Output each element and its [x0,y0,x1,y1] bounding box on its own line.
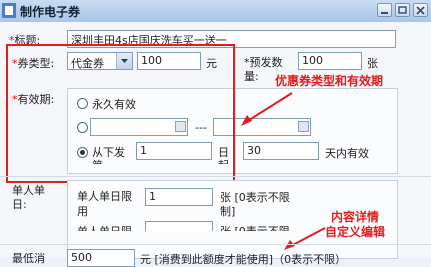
section-divider [0,176,431,177]
calendar-icon[interactable] [298,121,309,132]
days-suffix: 天内有效 [325,147,369,160]
annotation-line-2: 自定义编辑 [325,225,386,239]
min-spend-input[interactable]: 500 [67,249,135,267]
presale-unit: 张 [367,57,378,70]
total-limit-label: 单人单日限 [77,223,132,231]
window-title: 制作电子券 [20,5,81,19]
total-limit-input[interactable] [145,221,213,231]
daily-limit-label: 单人单日限 [77,190,132,203]
close-icon [416,6,425,15]
daily-limit-label-line2: 用 [77,205,88,218]
minimize-button[interactable] [377,3,392,17]
maximize-button[interactable] [395,3,410,17]
presale-label-line2: 量: [244,70,259,83]
maximize-icon [398,6,407,14]
annotation-arrow [241,92,293,126]
annotation-custom-content: 内容详情 自定义编辑 [325,210,385,240]
highlight-box [6,44,235,183]
close-button[interactable] [413,3,428,17]
title-bar: 制作电子券 [0,0,431,23]
minimize-icon [381,12,388,14]
annotation-arrow-2 [284,227,326,250]
section-divider-2 [0,244,431,245]
daily-limit-input[interactable]: 1 [145,188,213,206]
min-spend-label: 最低消 [12,252,45,265]
total-limit-hint: 张 [0表示不限 [220,223,290,231]
valid-days-input[interactable]: 30 [243,142,319,160]
annotation-type-validity: 优惠券类型和有效期 [275,74,384,88]
presale-input[interactable]: 100 [298,52,362,70]
annotation-line-1: 内容详情 [331,210,380,224]
coupon-form: *标题: 深圳丰田4s店国庆洗车买一送一 *券类型: 代金券 100 元 *预发… [0,22,431,267]
min-spend-hint: 元 [消费到此额度才能使用]（0表示不限） [140,253,347,266]
window-icon [2,3,16,18]
daily-limit-hint-line2: 制] [220,205,236,218]
single-user-label-line2: 日: [12,198,27,211]
